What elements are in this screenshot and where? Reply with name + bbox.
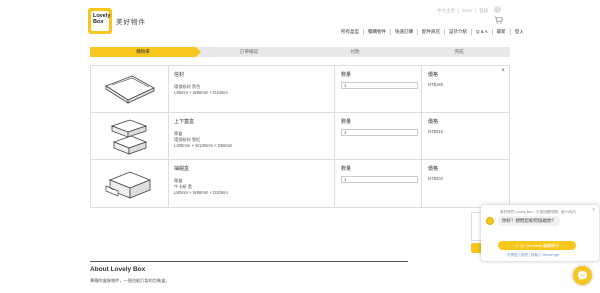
product-dimensions: L200mm × W130mm × D50mm — [174, 143, 233, 148]
quantity-input[interactable]: 1 — [341, 82, 418, 89]
language-links: 中文主頁 | ENG | 登錄 — [437, 8, 489, 14]
price-value: NT$185 — [428, 82, 443, 87]
chat-continue-button[interactable]: ☺ 以 Yes Hello 繼續聊天 — [498, 241, 576, 250]
price-label: 價格 — [428, 166, 439, 172]
cart-row: 抽屜盒 單盒 牛卡紙 黑 L80mm × W58mm × D20mm 數量 1 … — [91, 160, 509, 207]
nav-item-quick-order[interactable]: 快速訂購 — [390, 29, 417, 35]
price-cell: 價格 NT$204 — [422, 160, 511, 207]
price-value: NT$204 — [428, 176, 443, 181]
messenger-bolt-icon — [577, 270, 588, 281]
drawer-box-illustration — [105, 171, 151, 199]
quantity-cell: 數量 1 — [335, 113, 422, 159]
chat-message: 你好！想問您如何協助你？ — [498, 216, 560, 226]
cart-table: 信封 環保紙材 黑色 L95mm × W60mm × D10mm 數量 1 價格… — [90, 65, 510, 208]
price-label: 價格 — [428, 119, 439, 125]
quantity-label: 數量 — [341, 119, 352, 125]
nav-item-exclusive[interactable]: 獨購物件 — [363, 29, 390, 35]
chat-avatar — [486, 217, 494, 225]
product-image[interactable] — [91, 66, 169, 112]
login-link[interactable]: 登錄 — [479, 8, 488, 14]
step-payment: 付款 — [350, 49, 360, 54]
cart-icon[interactable] — [494, 16, 503, 24]
nav-item-accessories[interactable]: 配件商店 — [417, 29, 444, 35]
main-nav: 所有盒型 獨購物件 快速訂購 配件商店 設計介紹 Q & A 最新 登入 — [337, 29, 528, 35]
brand-name: 美好物件 — [116, 19, 146, 26]
quantity-cell: 數量 1 — [335, 160, 422, 207]
price-cell: 價格 NT$185 — [422, 66, 511, 112]
step-order-confirm: 訂單確認 — [240, 49, 258, 54]
logo-mark: Lovely Box — [88, 8, 112, 34]
brand-logo[interactable]: Lovely Box 美好物件 — [88, 8, 146, 34]
price-value: NT$315 — [428, 129, 443, 134]
product-info: 抽屜盒 單盒 牛卡紙 黑 L80mm × W58mm × D20mm — [169, 160, 335, 207]
quantity-input[interactable]: 1 — [341, 176, 418, 183]
product-name[interactable]: 抽屜盒 — [174, 165, 329, 172]
product-info: 信封 環保紙材 黑色 L95mm × W60mm × D10mm — [169, 66, 335, 112]
chat-close-icon[interactable]: × — [592, 207, 595, 213]
product-image[interactable] — [91, 160, 169, 207]
logo-line2: Box — [93, 19, 104, 25]
nav-item-all-boxes[interactable]: 所有盒型 — [337, 29, 363, 35]
quantity-label: 數量 — [341, 72, 352, 78]
side-checkout-button[interactable] — [471, 243, 481, 253]
help-icon[interactable]: ? — [494, 6, 501, 13]
product-dimensions: L95mm × W60mm × D10mm — [174, 90, 228, 95]
price-cell: 價格 NT$315 — [422, 113, 511, 159]
side-summary-panel — [471, 212, 481, 241]
product-name[interactable]: 上下蓋盒 — [174, 118, 329, 125]
envelope-box-illustration — [104, 75, 155, 104]
remove-item-close-icon[interactable]: × — [500, 68, 506, 74]
quantity-cell: 數量 1 — [335, 66, 422, 112]
chat-footer-link[interactable]: 不需登入帳號 | 請輸入 Messenger — [507, 253, 560, 258]
quantity-label: 數量 — [341, 166, 352, 172]
nav-item-login[interactable]: 登入 — [509, 29, 528, 35]
quantity-input[interactable]: 1 — [341, 129, 418, 136]
checkout-steps: 購物車 訂單確認 付款 完成 — [90, 47, 510, 57]
nav-item-design[interactable]: 設計介紹 — [444, 29, 471, 35]
price-label: 價格 — [428, 72, 439, 78]
cart-row: 上下蓋盒 單盒 環保紙材 雪紅 L200mm × W130mm × D50mm … — [91, 113, 509, 160]
chat-popup: × 美好物件 Lovely Box · 平常回覆時間：數小時內 你好！想問您如何… — [481, 205, 599, 261]
nav-item-qa[interactable]: Q & A — [471, 29, 492, 35]
messenger-icon[interactable] — [573, 266, 592, 285]
cart-row: 信封 環保紙材 黑色 L95mm × W60mm × D10mm 數量 1 價格… — [91, 66, 509, 113]
chat-header: 美好物件 Lovely Box · 平常回覆時間：數小時內 — [500, 210, 576, 214]
step-complete: 完成 — [454, 49, 464, 54]
product-name[interactable]: 信封 — [174, 71, 329, 78]
product-dimensions: L80mm × W58mm × D20mm — [174, 190, 228, 195]
lang-link-zh[interactable]: 中文主頁 — [437, 8, 455, 14]
nav-item-news[interactable]: 最新 — [491, 29, 510, 35]
product-image[interactable] — [91, 113, 169, 159]
lid-box-illustration — [110, 119, 147, 155]
step-cart: 購物車 — [90, 47, 201, 57]
footer-divider — [90, 261, 408, 262]
about-title: About Lovely Box — [90, 266, 146, 273]
lang-link-en[interactable]: ENG — [462, 8, 472, 14]
about-text: 專屬的盒裝物件，一個也能訂製的包裝盒。 — [90, 278, 170, 283]
product-info: 上下蓋盒 單盒 環保紙材 雪紅 L200mm × W130mm × D50mm — [169, 113, 335, 159]
